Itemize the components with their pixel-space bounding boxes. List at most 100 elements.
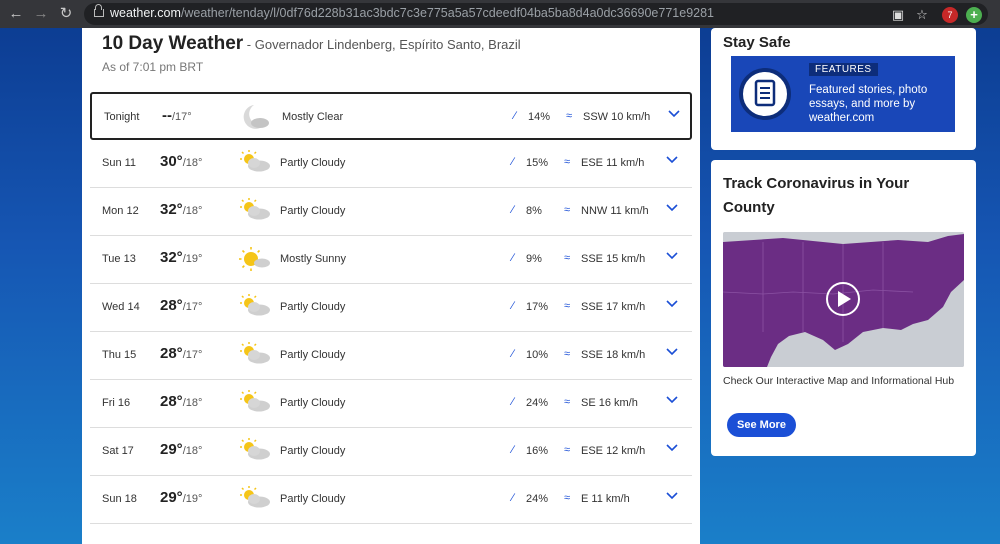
clear-night-icon [240,103,274,131]
coronavirus-map[interactable] [723,232,964,367]
precip-chance: 8% [526,205,542,217]
wind-label: E 11 km/h [581,493,630,505]
mostly-sunny-icon [238,245,272,273]
precip-drop-icon: ∕ [512,204,514,216]
features-banner[interactable]: FEATURES Featured stories, photo essays,… [731,56,955,132]
forecast-row[interactable]: Tue 13 32°/19° Mostly Sunny ∕ 9% ≈ SSE 15 km/h [90,236,692,284]
partly-cloudy-icon [238,197,272,225]
wind-icon: ≈ [564,348,571,360]
temperature: 28°/17° [160,345,203,362]
partly-cloudy-icon [238,389,272,417]
stay-safe-title: Stay Safe [723,34,791,51]
forecast-row[interactable]: Sun 18 29°/19° Partly Cloudy ∕ 24% ≈ E 11 km/h [90,476,692,524]
precip-drop-icon: ∕ [512,396,514,408]
forecast-row[interactable]: Sat 17 29°/18° Partly Cloudy ∕ 16% ≈ ESE 12 km… [90,428,692,476]
forecast-row[interactable]: Sun 11 30°/18° Partly Cloudy ∕ 15% ≈ ESE 11 km… [90,140,692,188]
partly-cloudy-icon [238,149,272,177]
chevron-down-icon[interactable] [665,345,679,359]
page-title: 10 Day Weather - Governador Lindenberg, … [102,33,521,54]
precip-chance: 14% [528,111,551,123]
wind-icon: ≈ [564,300,571,312]
precip-drop-icon: ∕ [512,156,514,168]
bookmark-star-icon[interactable]: ☆ [914,7,930,23]
wind-label: SSE 17 km/h [581,301,646,313]
extension-badge-icon[interactable]: 7 [942,7,958,23]
day-label: Thu 15 [102,349,137,361]
day-label: Fri 16 [102,397,131,409]
temperature: 28°/17° [160,297,203,314]
day-label: Mon 12 [102,205,139,217]
condition-label: Mostly Sunny [280,253,347,265]
coronavirus-card: Track Coronavirus in Your County Check O… [711,160,976,456]
map-caption: Check Our Interactive Map and Informatio… [723,375,955,387]
precip-drop-icon: ∕ [514,110,516,122]
precip-chance: 24% [526,397,549,409]
chevron-down-icon[interactable] [665,201,679,215]
see-more-button[interactable]: See More [727,413,796,437]
temperature: 30°/18° [160,153,203,170]
chevron-down-icon[interactable] [665,393,679,407]
precip-chance: 24% [526,493,549,505]
wind-icon: ≈ [564,396,571,408]
as-of-time: As of 7:01 pm BRT [102,60,204,74]
temperature: 32°/19° [160,249,203,266]
partly-cloudy-icon [238,341,272,369]
precip-drop-icon: ∕ [512,348,514,360]
precip-chance: 10% [526,349,549,361]
day-label: Tue 13 [102,253,136,265]
day-label: Sun 11 [102,157,137,169]
chevron-down-icon[interactable] [667,107,681,121]
condition-label: Partly Cloudy [280,301,346,313]
forecast-row[interactable]: Mon 12 32°/18° Partly Cloudy ∕ 8% ≈ NNW 11 km/… [90,188,692,236]
precip-chance: 9% [526,253,542,265]
precip-drop-icon: ∕ [512,492,514,504]
back-icon[interactable]: ← [6,4,26,24]
document-icon [739,68,791,120]
wind-icon: ≈ [566,110,573,122]
condition-label: Partly Cloudy [280,445,346,457]
wind-icon: ≈ [564,492,571,504]
url-text: weather.com/weather/tenday/l/0df76d228b3… [110,6,714,20]
day-label: Sun 18 [102,493,137,505]
chevron-down-icon[interactable] [665,153,679,167]
lock-icon [94,4,104,17]
wind-label: ESE 11 km/h [581,157,645,169]
chevron-down-icon[interactable] [665,249,679,263]
address-bar[interactable]: weather.com/weather/tenday/l/0df76d228b3… [84,3,988,25]
wind-label: SSW 10 km/h [583,111,651,123]
stay-safe-card: Stay Safe FEATURES Featured stories, pho… [711,28,976,150]
forecast-row[interactable]: Fri 16 28°/18° Partly Cloudy ∕ 24% ≈ SE 16 km/… [90,380,692,428]
precip-drop-icon: ∕ [512,300,514,312]
precip-chance: 17% [526,301,549,313]
partly-cloudy-icon [238,485,272,513]
partly-cloudy-icon [238,293,272,321]
location-label: - Governador Lindenberg, Espírito Santo,… [243,37,521,52]
browser-toolbar: ← → ↻ weather.com/weather/tenday/l/0df76… [0,0,1000,28]
forecast-row[interactable]: Wed 14 28°/17° Partly Cloudy ∕ 17% ≈ SSE 17 km… [90,284,692,332]
temperature: 28°/18° [160,393,203,410]
day-label: Wed 14 [102,301,140,313]
temperature: 29°/18° [160,441,203,458]
chevron-down-icon[interactable] [665,489,679,503]
screenshot-icon[interactable]: ▣ [890,7,906,23]
chevron-down-icon[interactable] [665,441,679,455]
coronavirus-title: Track Coronavirus in Your County [723,175,910,216]
condition-label: Partly Cloudy [280,205,346,217]
wind-label: SSE 15 km/h [581,253,646,265]
condition-label: Partly Cloudy [280,493,346,505]
forecast-row[interactable]: Tonight --/17° Mostly Clear ∕ 14% ≈ SSW 10 km/… [90,92,692,140]
day-label: Tonight [104,111,140,123]
forward-icon[interactable]: → [31,4,51,24]
temperature: --/17° [162,107,192,124]
wind-label: ESE 12 km/h [581,445,646,457]
reload-icon[interactable]: ↻ [56,4,76,24]
wind-label: SSE 18 km/h [581,349,646,361]
wind-icon: ≈ [564,252,571,264]
add-extension-icon[interactable]: + [966,7,982,23]
features-tag: FEATURES [809,63,878,76]
features-text: Featured stories, photo essays, and more… [809,84,928,124]
condition-label: Partly Cloudy [280,157,346,169]
precip-drop-icon: ∕ [512,252,514,264]
forecast-row[interactable]: Thu 15 28°/17° Partly Cloudy ∕ 10% ≈ SSE 18 km… [90,332,692,380]
chevron-down-icon[interactable] [665,297,679,311]
